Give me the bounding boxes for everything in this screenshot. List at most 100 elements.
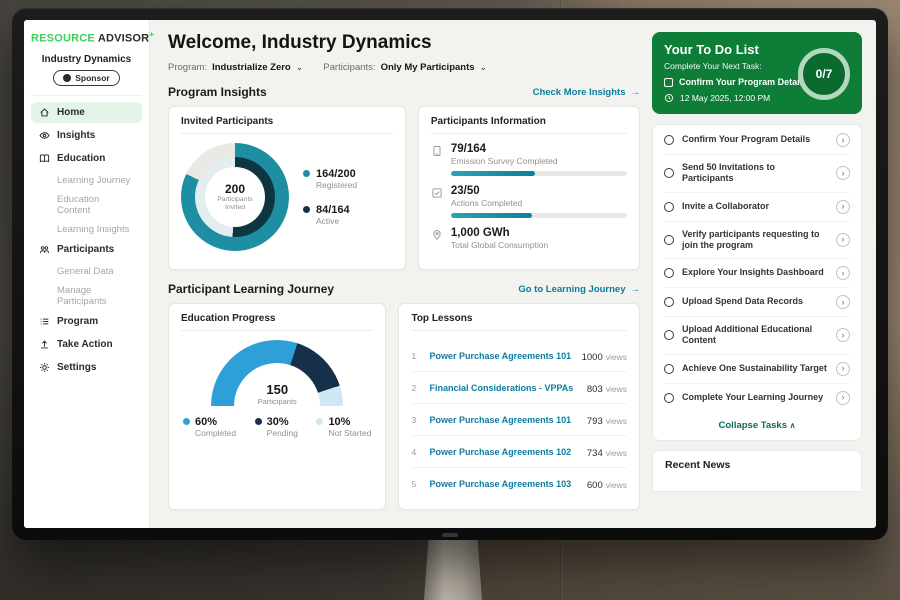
sidebar-item-education-content[interactable]: Education Content	[31, 190, 142, 220]
sidebar-item-settings[interactable]: Settings	[31, 357, 142, 378]
recent-news-title: Recent News	[665, 459, 849, 471]
todo-summary-card: Your To Do List Complete Your Next Task:…	[652, 32, 862, 114]
legend-value: 60%	[195, 416, 236, 428]
sidebar-item-learning-insights[interactable]: Learning Insights	[31, 220, 142, 239]
education-progress-gauge: 150 Participants	[211, 340, 343, 406]
legend-value: 30%	[267, 416, 298, 428]
legend-dot	[303, 170, 310, 177]
donut-center-value: 200	[225, 182, 245, 196]
lesson-link[interactable]: Power Purchase Agreements 103	[429, 479, 578, 489]
legend-label: Not Started	[328, 428, 371, 438]
task-checkbox-icon[interactable]	[664, 393, 674, 403]
sidebar-item-learning-journey[interactable]: Learning Journey	[31, 171, 142, 190]
bezel-logo	[442, 533, 458, 537]
sidebar-item-program[interactable]: Program	[31, 311, 142, 332]
sidebar-item-general-data[interactable]: General Data	[31, 262, 142, 281]
task-row[interactable]: Send 50 Invitations to Participants ›	[664, 155, 850, 193]
legend-value: 84/164	[316, 204, 350, 216]
task-checkbox-icon[interactable]	[664, 330, 674, 340]
sponsor-badge: Sponsor	[53, 70, 119, 86]
lesson-row: 3 Power Purchase Agreements 101 793views	[411, 404, 627, 436]
consumption-icon	[431, 229, 443, 241]
legend-item: 60% Completed	[183, 416, 236, 438]
chevron-right-icon[interactable]: ›	[836, 266, 850, 280]
task-row[interactable]: Achieve One Sustainability Target ›	[664, 355, 850, 384]
gauge-center-label: Participants	[211, 397, 343, 406]
task-checkbox-icon[interactable]	[664, 135, 674, 145]
donut-center: 200 Participants Invited	[205, 167, 265, 227]
task-row[interactable]: Explore Your Insights Dashboard ›	[664, 259, 850, 288]
next-task-time: 12 May 2025, 12:00 PM	[680, 93, 770, 103]
page-title: Welcome, Industry Dynamics	[168, 32, 640, 54]
sidebar-item-participants[interactable]: Participants	[31, 239, 142, 260]
lesson-views: 1000	[582, 352, 603, 363]
stat-row: 23/50 Actions Completed	[431, 185, 627, 218]
sidebar-item-insights[interactable]: Insights	[31, 125, 142, 146]
settings-icon	[39, 362, 50, 373]
survey-icon	[431, 145, 443, 157]
task-row[interactable]: Invite a Collaborator ›	[664, 193, 850, 222]
chevron-right-icon[interactable]: ›	[836, 133, 850, 147]
lesson-rank: 1	[411, 351, 421, 361]
donut-center-label: Participants Invited	[213, 196, 257, 212]
sidebar-item-label: Settings	[57, 362, 96, 373]
sidebar-item-manage-participants[interactable]: Manage Participants	[31, 281, 142, 311]
task-row[interactable]: Verify participants requesting to join t…	[664, 222, 850, 260]
legend-dot	[183, 418, 190, 425]
stat-row: 79/164 Emission Survey Completed	[431, 143, 627, 176]
task-checkbox-icon[interactable]	[664, 202, 674, 212]
brand-logo: RESOURCE ADVISOR+	[31, 30, 142, 45]
education-progress-card: Education Progress 150 Participants	[168, 303, 386, 510]
filter-bar: Program: Industrialize Zero ⌄ Participan…	[168, 62, 640, 73]
sidebar-item-label: Insights	[57, 130, 95, 141]
participants-information-card: Participants Information 79/164 Emission…	[418, 106, 640, 270]
task-row[interactable]: Upload Spend Data Records ›	[664, 288, 850, 317]
chevron-right-icon[interactable]: ›	[836, 166, 850, 180]
legend-label: Registered	[316, 180, 357, 190]
lesson-link[interactable]: Power Purchase Agreements 102	[429, 447, 578, 457]
chevron-right-icon[interactable]: ›	[836, 362, 850, 376]
lesson-link[interactable]: Power Purchase Agreements 101	[429, 351, 573, 361]
card-title: Education Progress	[181, 313, 373, 331]
chevron-right-icon[interactable]: ›	[836, 328, 850, 342]
task-row[interactable]: Confirm Your Program Details ›	[664, 126, 850, 155]
stat-label: Total Global Consumption	[451, 240, 627, 250]
task-row[interactable]: Upload Additional Educational Content ›	[664, 317, 850, 355]
recent-news-card: Recent News	[652, 450, 862, 492]
checkbox-icon[interactable]	[664, 78, 673, 87]
check-more-insights-link[interactable]: Check More Insights →	[533, 87, 640, 98]
card-title: Invited Participants	[181, 116, 393, 134]
sidebar-item-home[interactable]: Home	[31, 102, 142, 123]
lesson-row: 5 Power Purchase Agreements 103 600views	[411, 468, 627, 499]
lesson-rank: 5	[411, 479, 421, 489]
sidebar-item-label: Program	[57, 316, 98, 327]
task-checkbox-icon[interactable]	[664, 268, 674, 278]
brand-primary: RESOURCE	[31, 33, 95, 45]
task-checkbox-icon[interactable]	[664, 297, 674, 307]
lesson-views: 793	[587, 416, 603, 427]
invited-participants-card: Invited Participants 200 Participants In…	[168, 106, 406, 270]
sidebar: RESOURCE ADVISOR+ Industry Dynamics Spon…	[24, 20, 150, 528]
lesson-link[interactable]: Power Purchase Agreements 101	[429, 415, 578, 425]
chevron-right-icon[interactable]: ›	[836, 233, 850, 247]
task-checkbox-icon[interactable]	[664, 364, 674, 374]
task-row[interactable]: Complete Your Learning Journey ›	[664, 384, 850, 412]
collapse-tasks-link[interactable]: Collapse Tasks ∧	[664, 412, 850, 439]
participants-select[interactable]: Participants: Only My Participants ⌄	[323, 62, 487, 73]
program-select[interactable]: Program: Industrialize Zero ⌄	[168, 62, 303, 73]
chevron-right-icon[interactable]: ›	[836, 391, 850, 405]
sidebar-item-take-action[interactable]: Take Action	[31, 334, 142, 355]
lesson-views: 734	[587, 448, 603, 459]
task-checkbox-icon[interactable]	[664, 235, 674, 245]
task-checkbox-icon[interactable]	[664, 168, 674, 178]
legend-item: 30% Pending	[255, 416, 298, 438]
stat-row: 1,000 GWh Total Global Consumption	[431, 227, 627, 250]
lesson-link[interactable]: Financial Considerations - VPPAs	[429, 383, 578, 393]
go-to-learning-journey-link[interactable]: Go to Learning Journey →	[518, 284, 640, 295]
sidebar-item-education[interactable]: Education	[31, 148, 142, 169]
chevron-right-icon[interactable]: ›	[836, 200, 850, 214]
arrow-right-icon: →	[631, 87, 641, 98]
clock-icon	[664, 93, 674, 103]
chevron-right-icon[interactable]: ›	[836, 295, 850, 309]
invited-participants-donut: 200 Participants Invited	[181, 143, 289, 251]
